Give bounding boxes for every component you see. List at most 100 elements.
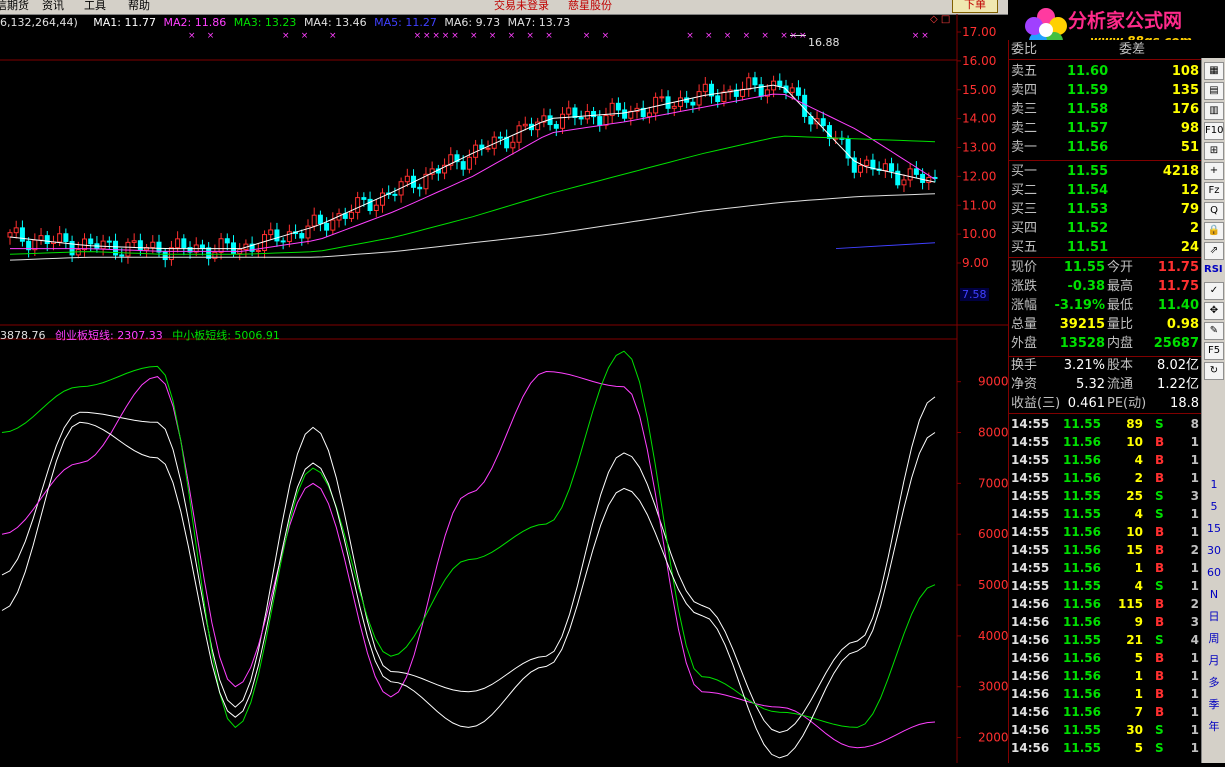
bid-row[interactable]: 买五 11.51 24: [1009, 238, 1201, 257]
indicator-tick-label: 8000: [978, 426, 1008, 440]
bid-row[interactable]: 买二 11.54 12: [1009, 181, 1201, 200]
tick-side: B: [1155, 669, 1165, 683]
period-button[interactable]: 5: [1204, 498, 1224, 516]
period-button[interactable]: 60: [1204, 564, 1224, 582]
quote-row-value: 13528: [1059, 336, 1105, 351]
f10-icon[interactable]: F10: [1204, 122, 1224, 140]
candle-body: [417, 186, 423, 190]
candle-body: [715, 95, 721, 102]
bid-row-volume: 24: [1180, 240, 1199, 255]
tick-volume: 21: [1126, 633, 1143, 647]
trend-icon[interactable]: ⇗: [1204, 242, 1224, 260]
chart-icon[interactable]: ⊞: [1204, 142, 1224, 160]
indicator-tick-label: 7000: [978, 476, 1008, 490]
ask-row-label: 卖二: [1011, 121, 1038, 136]
menu-item-tools[interactable]: 工具: [84, 0, 106, 13]
tick-time: 14:56: [1011, 687, 1050, 701]
ask-row[interactable]: 卖二 11.57 98: [1009, 119, 1201, 138]
candle-body: [789, 87, 795, 93]
ask-row[interactable]: 卖五 11.60 108: [1009, 62, 1201, 81]
candle-body: [7, 232, 13, 238]
signal-marker: ×: [921, 31, 929, 41]
bid-row-label: 买四: [1011, 221, 1038, 236]
quote-extra-value2: 8.02亿: [1157, 358, 1199, 373]
tick-row: 14:55 11.56 15 B 2: [1009, 541, 1201, 559]
indicator-tick-label: 6000: [978, 527, 1008, 541]
tick-volume: 115: [1117, 597, 1143, 611]
candle-body: [795, 87, 801, 96]
tick-side: S: [1155, 417, 1164, 431]
tick-count: 1: [1190, 525, 1199, 539]
tick-row: 14:55 11.56 1 B 1: [1009, 559, 1201, 577]
ask-row[interactable]: 卖四 11.59 135: [1009, 81, 1201, 100]
candle-body: [106, 240, 112, 243]
quote-row-value2: 11.75: [1157, 279, 1199, 294]
bid-row[interactable]: 买三 11.53 79: [1009, 200, 1201, 219]
quote-extra-label: 换手: [1011, 358, 1038, 373]
trade-button[interactable]: 下单: [952, 0, 998, 13]
period-button[interactable]: 季: [1204, 696, 1224, 714]
lock-icon[interactable]: 🔒: [1204, 222, 1224, 240]
period-button[interactable]: 年: [1204, 718, 1224, 736]
tick-side: B: [1155, 453, 1165, 467]
candle-body: [299, 233, 305, 239]
period-button[interactable]: 月: [1204, 652, 1224, 670]
main-chart[interactable]: 17.00 16.00 15.00 14.00 13.00 12.00 11.00 10.00…: [0, 14, 1009, 763]
grid-icon[interactable]: ▤: [1204, 82, 1224, 100]
f5-icon[interactable]: F5: [1204, 342, 1224, 360]
list-icon[interactable]: ▥: [1204, 102, 1224, 120]
k-line-icon[interactable]: ▦: [1204, 62, 1224, 80]
pin-icon[interactable]: ✓: [1204, 282, 1224, 300]
quote-panel: 委比 委差 卖五 11.60 108 卖四 11.59 135 卖三 11.58 176 卖二 11…: [1008, 40, 1201, 763]
indicator-legend: 3878.76 创业板短线: 2307.33 中小板短线: 5006.91: [0, 327, 280, 343]
period-button[interactable]: 多: [1204, 674, 1224, 692]
quote-row-value: 39215: [1059, 317, 1105, 332]
candle-body: [44, 235, 50, 245]
period-button[interactable]: 周: [1204, 630, 1224, 648]
period-button[interactable]: 30: [1204, 542, 1224, 560]
tick-price: 11.55: [1063, 489, 1101, 503]
price-tick-label: 11.00: [962, 198, 996, 212]
orderbook-header-right: 委差: [1119, 42, 1146, 57]
tick-time: 14:55: [1011, 417, 1050, 431]
menu-item-news[interactable]: 资讯: [42, 0, 64, 13]
tick-price: 11.55: [1063, 633, 1101, 647]
tick-volume: 2: [1134, 471, 1143, 485]
chart-canvas: 17.00 16.00 15.00 14.00 13.00 12.00 11.00 10.00…: [0, 14, 1009, 763]
tick-count: 1: [1190, 705, 1199, 719]
quote-extra-value2: 18.8: [1170, 396, 1199, 411]
bid-row[interactable]: 买四 11.52 2: [1009, 219, 1201, 238]
bid-row[interactable]: 买一 11.55 4218: [1009, 162, 1201, 181]
ask-row-label: 卖四: [1011, 83, 1038, 98]
rsi-icon[interactable]: RSI: [1204, 262, 1223, 278]
fz-icon[interactable]: Fz: [1204, 182, 1224, 200]
menu-item-futures[interactable]: 信期货: [0, 0, 29, 13]
tick-time: 14:56: [1011, 615, 1050, 629]
zoom-icon[interactable]: Q: [1204, 202, 1224, 220]
candle-body: [560, 113, 566, 129]
indicator-line-3: [1, 350, 936, 729]
quote-row: 现价 11.55 今开 11.75: [1009, 258, 1201, 277]
pen-icon[interactable]: ✎: [1204, 322, 1224, 340]
candle-body: [858, 165, 864, 173]
refresh-icon[interactable]: ↻: [1204, 362, 1224, 380]
move-icon[interactable]: ✥: [1204, 302, 1224, 320]
period-button[interactable]: 15: [1204, 520, 1224, 538]
candle-body: [578, 116, 584, 120]
ma5-line: [835, 242, 936, 250]
plus-icon[interactable]: +: [1204, 162, 1224, 180]
login-status[interactable]: 交易未登录: [494, 0, 549, 13]
ask-row[interactable]: 卖一 11.56 51: [1009, 138, 1201, 157]
period-button[interactable]: 日: [1204, 608, 1224, 626]
left-price-tag: 7.58: [960, 288, 989, 301]
quote-extra-label: 收益(三): [1011, 396, 1061, 411]
candle-body: [330, 219, 336, 231]
period-button[interactable]: 1: [1204, 476, 1224, 494]
diamond-icon[interactable]: ◇ □: [930, 14, 950, 25]
menu-item-help[interactable]: 帮助: [128, 0, 150, 13]
candle-body: [81, 238, 87, 251]
tick-side: S: [1155, 579, 1164, 593]
ask-row[interactable]: 卖三 11.58 176: [1009, 100, 1201, 119]
candle-body: [361, 197, 367, 200]
period-button[interactable]: N: [1204, 586, 1224, 604]
